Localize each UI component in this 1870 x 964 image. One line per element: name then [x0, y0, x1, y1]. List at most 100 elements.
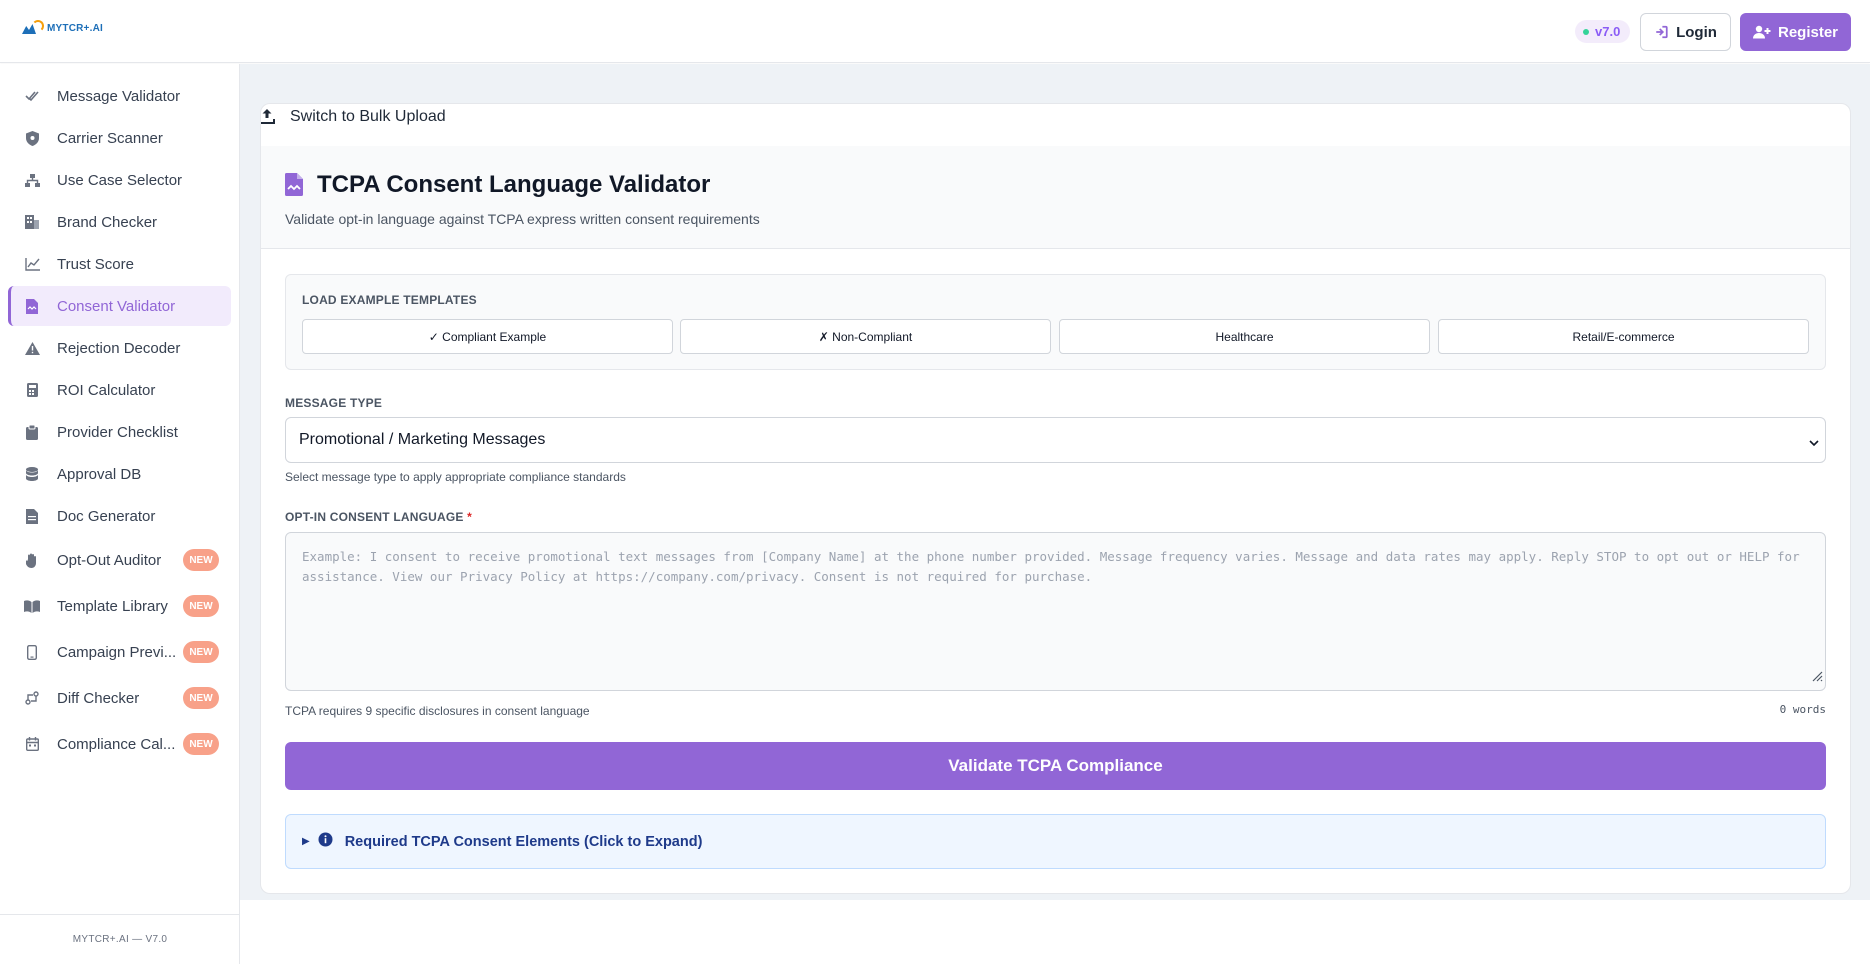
sidebar-item-carrier-scanner[interactable]: Carrier Scanner: [8, 118, 231, 158]
sidebar-item-label: Opt-Out Auditor: [57, 551, 162, 569]
chevron-down-icon: [1809, 434, 1819, 452]
required-mark: *: [467, 510, 473, 524]
sidebar-item-consent-validator[interactable]: Consent Validator: [8, 286, 231, 326]
version-badge: v7.0: [1575, 20, 1631, 43]
logo-icon: [22, 20, 44, 36]
calendar-icon: [24, 736, 40, 752]
document-icon: [24, 508, 40, 524]
register-label: Register: [1777, 23, 1839, 41]
sidebar-nav: Message Validator Carrier Scanner Use Ca…: [8, 76, 231, 768]
hand-icon: [24, 552, 40, 568]
version-label: v7.0: [1595, 24, 1621, 39]
login-label: Login: [1676, 23, 1717, 41]
logo-text: MYTCR+.AI: [47, 22, 103, 34]
sidebar-item-label: Campaign Previ...: [57, 643, 177, 661]
consent-help: TCPA requires 9 specific disclosures in …: [285, 704, 590, 718]
sidebar-item-label: Consent Validator: [57, 297, 176, 315]
sidebar-item-label: Template Library: [57, 597, 168, 615]
sidebar-item-brand-checker[interactable]: Brand Checker: [8, 202, 231, 242]
page-title: TCPA Consent Language Validator: [317, 171, 711, 198]
sidebar-item-diff-checker[interactable]: Diff Checker NEW: [8, 676, 231, 720]
user-plus-icon: [1752, 25, 1771, 39]
sidebar-item-label: Doc Generator: [57, 507, 156, 525]
new-badge: NEW: [183, 549, 219, 571]
new-badge: NEW: [183, 687, 219, 709]
sidebar-item-compliance-calendar[interactable]: Compliance Cal... NEW: [8, 722, 231, 766]
consent-placeholder: Example: I consent to receive promotiona…: [302, 549, 1800, 584]
word-count: 0 words: [1779, 703, 1826, 716]
shield-icon: [24, 130, 40, 146]
validator-card: Switch to Bulk Upload TCPA Consent Langu…: [260, 103, 1851, 894]
diff-icon: [24, 690, 40, 706]
consent-language-label-row: OPT-IN CONSENT LANGUAGE *: [285, 510, 472, 524]
sidebar-item-doc-generator[interactable]: Doc Generator: [8, 496, 231, 536]
required-elements-label: Required TCPA Consent Elements (Click to…: [344, 833, 703, 850]
sign-in-icon: [1656, 25, 1668, 39]
message-type-select[interactable]: Promotional / Marketing Messages: [285, 417, 1826, 463]
message-type-help: Select message type to apply appropriate…: [285, 470, 626, 484]
clipboard-icon: [24, 424, 40, 440]
example-templates-panel: LOAD EXAMPLE TEMPLATES ✓ Compliant Examp…: [285, 274, 1826, 370]
sidebar-item-opt-out-auditor[interactable]: Opt-Out Auditor NEW: [8, 538, 231, 582]
sidebar-item-campaign-preview[interactable]: Campaign Previ... NEW: [8, 630, 231, 674]
new-badge: NEW: [183, 595, 219, 617]
required-elements-toggle[interactable]: ▶ Required TCPA Consent Elements (Click …: [285, 814, 1826, 869]
login-button[interactable]: Login: [1640, 13, 1731, 51]
healthcare-example-button[interactable]: Healthcare: [1059, 319, 1430, 354]
sidebar-item-use-case-selector[interactable]: Use Case Selector: [8, 160, 231, 200]
sidebar-item-trust-score[interactable]: Trust Score: [8, 244, 231, 284]
info-icon: [318, 832, 333, 852]
card-header: TCPA Consent Language Validator Validate…: [261, 146, 1850, 249]
sidebar-item-roi-calculator[interactable]: ROI Calculator: [8, 370, 231, 410]
compliant-example-button[interactable]: ✓ Compliant Example: [302, 319, 673, 354]
book-icon: [24, 598, 40, 614]
sidebar-item-label: Diff Checker: [57, 689, 140, 707]
file-signature-icon: [24, 298, 40, 314]
sidebar-item-label: Rejection Decoder: [57, 339, 181, 357]
register-button[interactable]: Register: [1740, 13, 1851, 51]
expand-arrow-icon: ▶: [302, 836, 310, 847]
consent-language-label: OPT-IN CONSENT LANGUAGE: [285, 510, 464, 524]
sidebar-item-label: Use Case Selector: [57, 171, 183, 189]
bulk-upload-toggle[interactable]: Switch to Bulk Upload: [261, 104, 1850, 146]
new-badge: NEW: [183, 641, 219, 663]
sitemap-icon: [24, 172, 40, 188]
upload-icon: [261, 108, 275, 129]
bulk-upload-label: Switch to Bulk Upload: [290, 108, 446, 125]
mobile-icon: [24, 644, 40, 660]
sidebar: Message Validator Carrier Scanner Use Ca…: [0, 64, 240, 964]
sidebar-item-rejection-decoder[interactable]: Rejection Decoder: [8, 328, 231, 368]
sidebar-item-label: Trust Score: [57, 255, 134, 273]
resize-handle-icon[interactable]: [1811, 668, 1823, 688]
database-icon: [24, 466, 40, 482]
message-type-value: Promotional / Marketing Messages: [299, 431, 546, 448]
sidebar-item-template-library[interactable]: Template Library NEW: [8, 584, 231, 628]
message-type-label: MESSAGE TYPE: [285, 396, 383, 410]
sidebar-item-provider-checklist[interactable]: Provider Checklist: [8, 412, 231, 452]
calculator-icon: [24, 382, 40, 398]
warning-icon: [24, 340, 40, 356]
sidebar-item-message-validator[interactable]: Message Validator: [8, 76, 231, 116]
sidebar-item-approval-db[interactable]: Approval DB: [8, 454, 231, 494]
sidebar-item-label: Brand Checker: [57, 213, 158, 231]
sidebar-item-label: Carrier Scanner: [57, 129, 163, 147]
new-badge: NEW: [183, 733, 219, 755]
sidebar-item-label: ROI Calculator: [57, 381, 156, 399]
sidebar-footer: MYTCR+.AI — V7.0: [0, 914, 240, 964]
sidebar-item-label: Compliance Cal...: [57, 735, 176, 753]
building-icon: [24, 214, 40, 230]
validate-button[interactable]: Validate TCPA Compliance: [285, 742, 1826, 790]
example-templates-label: LOAD EXAMPLE TEMPLATES: [302, 293, 477, 307]
sidebar-item-label: Provider Checklist: [57, 423, 178, 441]
non-compliant-example-button[interactable]: ✗ Non-Compliant: [680, 319, 1051, 354]
consent-language-textarea[interactable]: Example: I consent to receive promotiona…: [285, 532, 1826, 691]
file-signature-icon: [285, 173, 303, 201]
retail-example-button[interactable]: Retail/E-commerce: [1438, 319, 1809, 354]
app-logo[interactable]: MYTCR+.AI: [22, 20, 103, 36]
top-header: MYTCR+.AI v7.0 Login Register: [0, 0, 1870, 63]
status-dot-icon: [1583, 28, 1589, 35]
double-check-icon: [24, 88, 40, 104]
line-chart-icon: [24, 256, 40, 272]
page-subtitle: Validate opt-in language against TCPA ex…: [285, 211, 760, 227]
sidebar-item-label: Message Validator: [57, 87, 181, 105]
